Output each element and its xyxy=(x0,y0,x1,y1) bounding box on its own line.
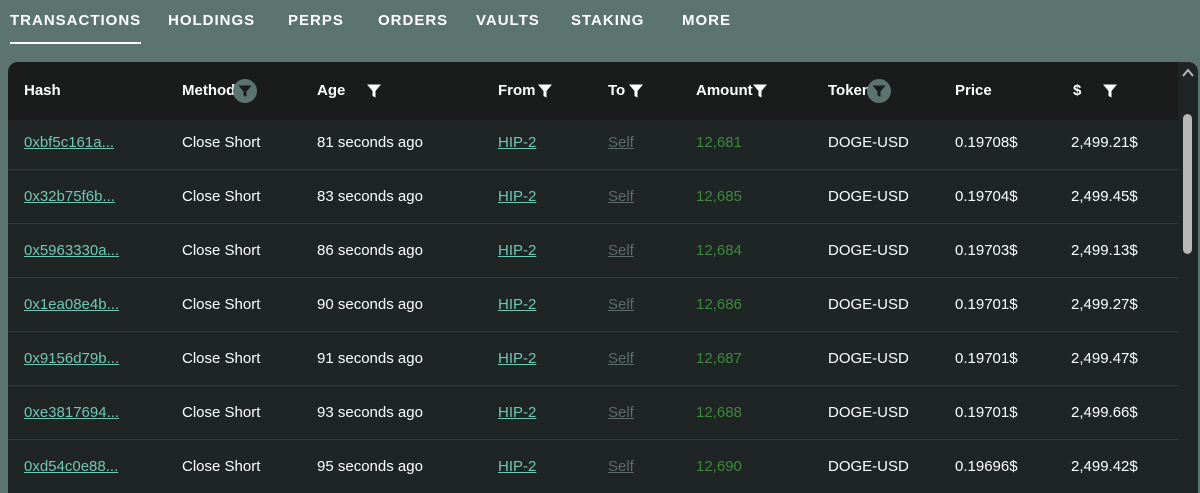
token-cell: DOGE-USD xyxy=(828,188,909,205)
from-link[interactable]: HIP-2 xyxy=(498,332,536,386)
filter-icon[interactable] xyxy=(233,79,257,103)
method-cell: Close Short xyxy=(182,242,261,259)
amount-cell: 12,687 xyxy=(696,350,742,367)
filter-icon[interactable] xyxy=(533,79,557,103)
to-link[interactable]: Self xyxy=(608,386,634,440)
table-row: 0x32b75f6b... Close Short 83 seconds ago… xyxy=(8,170,1178,224)
vertical-scrollbar[interactable] xyxy=(1178,62,1198,493)
header-hash: Hash xyxy=(24,82,61,99)
filter-icon[interactable] xyxy=(867,79,891,103)
table-row: 0x5963330a... Close Short 86 seconds ago… xyxy=(8,224,1178,278)
to-link[interactable]: Self xyxy=(608,116,634,170)
age-cell: 90 seconds ago xyxy=(317,296,423,313)
header-usd: $ xyxy=(1073,82,1082,99)
usd-value-cell: 2,499.66$ xyxy=(1071,404,1138,421)
token-cell: DOGE-USD xyxy=(828,242,909,259)
price-cell: 0.19703$ xyxy=(955,242,1018,259)
from-link[interactable]: HIP-2 xyxy=(498,386,536,440)
price-cell: 0.19708$ xyxy=(955,134,1018,151)
header-price: Price xyxy=(955,82,992,99)
tab-perps[interactable]: PERPS xyxy=(288,0,344,44)
price-cell: 0.19704$ xyxy=(955,188,1018,205)
table-row: 0x9156d79b... Close Short 91 seconds ago… xyxy=(8,332,1178,386)
amount-cell: 12,684 xyxy=(696,242,742,259)
method-cell: Close Short xyxy=(182,134,261,151)
token-cell: DOGE-USD xyxy=(828,350,909,367)
tx-hash-link[interactable]: 0xd54c0e88... xyxy=(24,440,118,493)
tab-vaults[interactable]: VAULTS xyxy=(476,0,540,44)
header-age: Age xyxy=(317,82,346,99)
from-link[interactable]: HIP-2 xyxy=(498,170,536,224)
amount-cell: 12,690 xyxy=(696,458,742,475)
age-cell: 91 seconds ago xyxy=(317,350,423,367)
price-cell: 0.19696$ xyxy=(955,458,1018,475)
method-cell: Close Short xyxy=(182,188,261,205)
usd-value-cell: 2,499.45$ xyxy=(1071,188,1138,205)
filter-icon[interactable] xyxy=(1098,79,1122,103)
header-from: From xyxy=(498,82,536,99)
amount-cell: 12,685 xyxy=(696,188,742,205)
table-header: Hash Method Age From To Amount Token Pri… xyxy=(8,62,1178,120)
tx-hash-link[interactable]: 0x9156d79b... xyxy=(24,332,119,386)
transactions-panel: Hash Method Age From To Amount Token Pri… xyxy=(8,62,1198,493)
tx-hash-link[interactable]: 0x32b75f6b... xyxy=(24,170,115,224)
tx-hash-link[interactable]: 0xe3817694... xyxy=(24,386,119,440)
chevron-up-icon[interactable] xyxy=(1181,66,1195,78)
to-link[interactable]: Self xyxy=(608,224,634,278)
price-cell: 0.19701$ xyxy=(955,350,1018,367)
method-cell: Close Short xyxy=(182,350,261,367)
from-link[interactable]: HIP-2 xyxy=(498,224,536,278)
method-cell: Close Short xyxy=(182,296,261,313)
usd-value-cell: 2,499.42$ xyxy=(1071,458,1138,475)
table-row: 0xe3817694... Close Short 93 seconds ago… xyxy=(8,386,1178,440)
token-cell: DOGE-USD xyxy=(828,404,909,421)
tab-holdings[interactable]: HOLDINGS xyxy=(168,0,255,44)
tab-orders[interactable]: ORDERS xyxy=(378,0,448,44)
scrollbar-thumb[interactable] xyxy=(1183,114,1192,254)
token-cell: DOGE-USD xyxy=(828,458,909,475)
age-cell: 83 seconds ago xyxy=(317,188,423,205)
to-link[interactable]: Self xyxy=(608,278,634,332)
filter-icon[interactable] xyxy=(362,79,386,103)
tx-hash-link[interactable]: 0xbf5c161a... xyxy=(24,116,114,170)
amount-cell: 12,686 xyxy=(696,296,742,313)
header-to: To xyxy=(608,82,626,99)
table-row: 0xbf5c161a... Close Short 81 seconds ago… xyxy=(8,116,1178,170)
usd-value-cell: 2,499.21$ xyxy=(1071,134,1138,151)
price-cell: 0.19701$ xyxy=(955,404,1018,421)
price-cell: 0.19701$ xyxy=(955,296,1018,313)
tab-transactions[interactable]: TRANSACTIONS xyxy=(10,0,142,44)
top-tab-bar: TRANSACTIONS HOLDINGS PERPS ORDERS VAULT… xyxy=(0,0,1200,44)
header-method: Method xyxy=(182,82,236,99)
age-cell: 81 seconds ago xyxy=(317,134,423,151)
from-link[interactable]: HIP-2 xyxy=(498,278,536,332)
age-cell: 93 seconds ago xyxy=(317,404,423,421)
tab-more[interactable]: MORE xyxy=(682,0,731,44)
token-cell: DOGE-USD xyxy=(828,296,909,313)
header-amount: Amount xyxy=(696,82,753,99)
method-cell: Close Short xyxy=(182,404,261,421)
age-cell: 95 seconds ago xyxy=(317,458,423,475)
age-cell: 86 seconds ago xyxy=(317,242,423,259)
table-row: 0xd54c0e88... Close Short 95 seconds ago… xyxy=(8,440,1178,493)
usd-value-cell: 2,499.27$ xyxy=(1071,296,1138,313)
tx-hash-link[interactable]: 0x1ea08e4b... xyxy=(24,278,119,332)
from-link[interactable]: HIP-2 xyxy=(498,116,536,170)
filter-icon[interactable] xyxy=(624,79,648,103)
to-link[interactable]: Self xyxy=(608,440,634,493)
amount-cell: 12,681 xyxy=(696,134,742,151)
amount-cell: 12,688 xyxy=(696,404,742,421)
table-row: 0x1ea08e4b... Close Short 90 seconds ago… xyxy=(8,278,1178,332)
from-link[interactable]: HIP-2 xyxy=(498,440,536,493)
tab-staking[interactable]: STAKING xyxy=(571,0,644,44)
usd-value-cell: 2,499.13$ xyxy=(1071,242,1138,259)
method-cell: Close Short xyxy=(182,458,261,475)
tx-hash-link[interactable]: 0x5963330a... xyxy=(24,224,119,278)
usd-value-cell: 2,499.47$ xyxy=(1071,350,1138,367)
filter-icon[interactable] xyxy=(748,79,772,103)
to-link[interactable]: Self xyxy=(608,170,634,224)
header-token: Token xyxy=(828,82,872,99)
to-link[interactable]: Self xyxy=(608,332,634,386)
token-cell: DOGE-USD xyxy=(828,134,909,151)
